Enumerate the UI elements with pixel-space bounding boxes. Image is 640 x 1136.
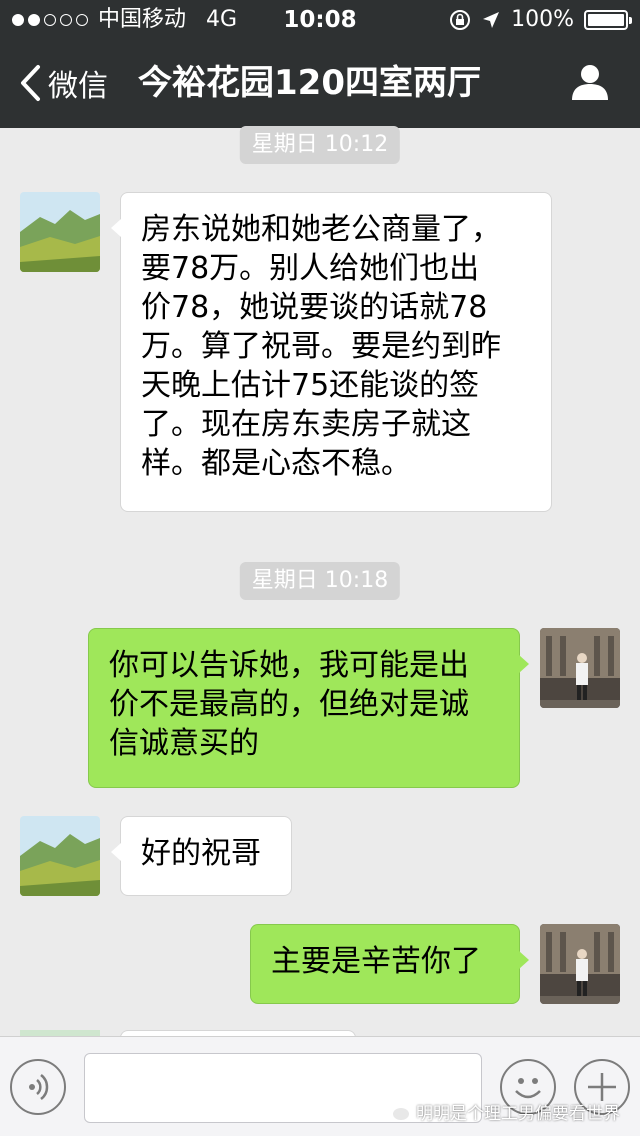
landscape-avatar-image [20,192,100,272]
location-arrow-icon [483,12,500,28]
battery-icon [584,10,632,30]
voice-button[interactable] [10,1059,66,1115]
contact-avatar[interactable] [20,816,100,896]
back-label: 微信 [48,69,108,104]
watermark: 明明是个理工男偏要看世界 [384,1099,620,1124]
message-line: 了。现在房东卖房子就这 [141,407,471,442]
top-bar: 中国移动 4G 10:08 100% 微信 今裕花园120四室两厅 [0,0,640,128]
message-line: 样。都是心态不稳。 [141,446,411,481]
user-avatar[interactable] [540,628,620,708]
watermark-text: 明明是个理工男偏要看世界 [416,1104,620,1124]
voice-icon [29,1074,49,1100]
input-bar: 明明是个理工男偏要看世界 [0,1036,640,1136]
message-line: 万。算了祝哥。要是约到昨 [141,329,501,364]
battery-percent: 100% [511,7,574,32]
contact-avatar[interactable] [20,192,100,272]
message-line: 信诚意买的 [109,726,259,761]
message-line: 天晚上估计75还能谈的签 [141,368,480,403]
message-line: 好的祝哥 [141,836,261,871]
back-button[interactable]: 微信 [18,58,108,108]
message-line: 房东说她和她老公商量了， [141,212,501,247]
message-timestamp: 星期日 10:12 [239,126,401,164]
wechat-logo-icon [385,1103,409,1120]
outgoing-message[interactable]: 主要是辛苦你了 [250,924,529,1004]
nav-bar: 微信 今裕花园120四室两厅 [0,40,640,128]
person-icon[interactable] [570,62,610,102]
rotation-lock-icon [450,10,471,30]
status-bar: 中国移动 4G 10:08 100% [0,0,640,40]
message-timestamp: 星期日 10:18 [239,562,401,600]
incoming-message[interactable]: 房东说她和她老公商量了， 要78万。别人给她们也出 价78，她说要谈的话就78 … [111,192,552,512]
message-line: 价不是最高的，但绝对是诚 [109,687,469,722]
message-line: 要78万。别人给她们也出 [141,251,480,286]
message-line: 主要是辛苦你了 [271,944,481,979]
message-line: 价78，她说要谈的话就78 [141,290,488,325]
outgoing-message[interactable]: 你可以告诉她，我可能是出 价不是最高的，但绝对是诚 信诚意买的 [88,628,529,788]
user-avatar[interactable] [540,924,620,1004]
chat-title: 今裕花园120四室两厅 [138,63,481,103]
landscape-avatar-image [20,816,100,896]
person-photo-avatar-image [540,924,620,1004]
chevron-left-icon [21,65,40,101]
message-line: 你可以告诉她，我可能是出 [109,648,469,683]
incoming-message[interactable]: 好的祝哥 [111,816,292,896]
person-photo-avatar-image [540,628,620,708]
